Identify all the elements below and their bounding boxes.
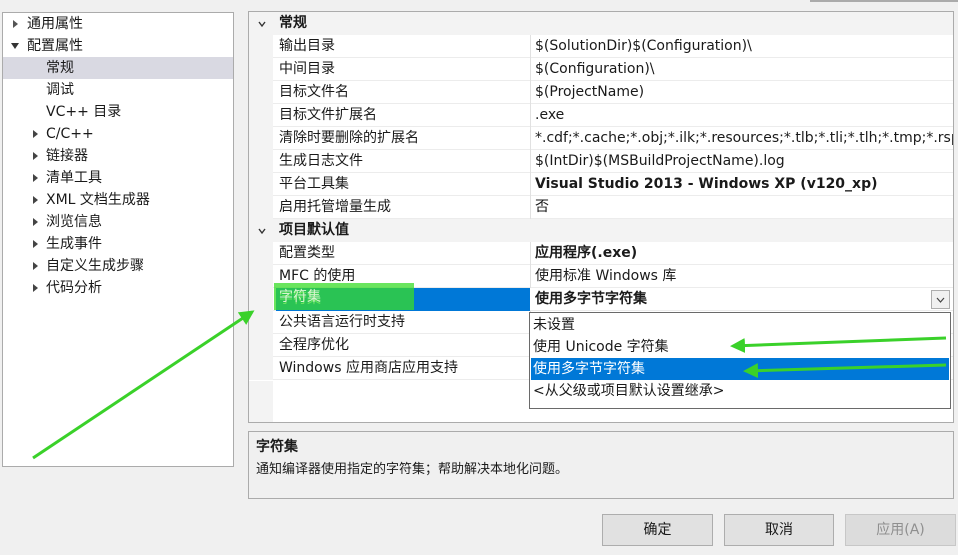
tree-item-label: 生成事件 [46,236,102,252]
collapse-arrow-icon[interactable] [10,35,20,57]
annotation-highlight-label: 字符集 [279,289,321,305]
prop-value[interactable]: 否 [535,196,953,219]
prop-name: 输出目录 [279,38,335,54]
window-top-border [810,0,958,2]
tree-item-label: 常规 [46,60,74,76]
section-general[interactable]: 常规 [249,12,953,35]
description-title: 字符集 [256,439,298,455]
prop-target-ext[interactable]: 目标文件扩展名 .exe [249,104,953,127]
tree-item-label: 浏览信息 [46,214,102,230]
prop-clean-extensions[interactable]: 清除时要删除的扩展名 *.cdf;*.cache;*.obj;*.ilk;*.r… [249,127,953,150]
expand-arrow-icon[interactable] [30,123,40,145]
prop-name: 配置类型 [279,245,335,261]
prop-value[interactable]: $(Configuration)\ [535,58,953,81]
tree-item-label: 调试 [46,82,74,98]
grid-gutter [249,381,273,422]
prop-name: 平台工具集 [279,176,349,192]
prop-name: 目标文件名 [279,84,349,100]
cancel-button[interactable]: 取消 [724,514,834,546]
expand-arrow-icon[interactable] [10,13,20,35]
tree-item-label: 清单工具 [46,170,102,186]
prop-configuration-type[interactable]: 配置类型 应用程序(.exe) [249,242,953,265]
dropdown-button[interactable] [931,290,950,309]
prop-name: 启用托管增量生成 [279,199,391,215]
chevron-down-icon [936,297,945,303]
prop-name: Windows 应用商店应用支持 [279,360,458,376]
tree-item-code-analysis[interactable]: 代码分析 [3,277,233,299]
option-multibyte[interactable]: 使用多字节字符集 [531,358,949,380]
expand-arrow-icon[interactable] [30,233,40,255]
prop-platform-toolset[interactable]: 平台工具集 Visual Studio 2013 - Windows XP (v… [249,173,953,196]
prop-value[interactable]: Visual Studio 2013 - Windows XP (v120_xp… [535,173,953,196]
prop-name: 清除时要删除的扩展名 [279,130,419,146]
expand-arrow-icon[interactable] [30,255,40,277]
ok-button[interactable]: 确定 [602,514,713,546]
prop-value[interactable]: 应用程序(.exe) [535,242,953,265]
prop-name: 全程序优化 [279,337,349,353]
section-project-defaults[interactable]: 项目默认值 [249,219,953,242]
tree-item-label: 代码分析 [46,280,102,296]
chevron-down-icon[interactable] [258,227,266,235]
expand-arrow-icon[interactable] [30,277,40,299]
tree-item-vc-directories[interactable]: VC++ 目录 [3,101,233,123]
tree-item-manifest-tool[interactable]: 清单工具 [3,167,233,189]
tree-item-label: VC++ 目录 [46,104,122,120]
prop-value[interactable]: *.cdf;*.cache;*.obj;*.ilk;*.resources;*.… [535,127,953,150]
tree-item-debugging[interactable]: 调试 [3,79,233,101]
tree-item-general[interactable]: 常规 [3,57,233,79]
prop-name: 公共语言运行时支持 [279,314,405,330]
prop-value[interactable]: 使用标准 Windows 库 [535,265,953,288]
prop-value[interactable]: $(SolutionDir)$(Configuration)\ [535,35,953,58]
tree-item-custom-build-step[interactable]: 自定义生成步骤 [3,255,233,277]
tree-item-browse-info[interactable]: 浏览信息 [3,211,233,233]
prop-name: 中间目录 [279,61,335,77]
character-set-combobox[interactable]: 使用多字节字符集 [531,288,925,311]
tree-item-label: 链接器 [46,148,88,164]
prop-target-name[interactable]: 目标文件名 $(ProjectName) [249,81,953,104]
section-title: 常规 [279,15,307,31]
description-text: 通知编译器使用指定的字符集；帮助解决本地化问题。 [256,462,569,477]
prop-output-dir[interactable]: 输出目录 $(SolutionDir)$(Configuration)\ [249,35,953,58]
chevron-down-icon[interactable] [258,20,266,28]
expand-arrow-icon[interactable] [30,211,40,233]
expand-arrow-icon[interactable] [30,189,40,211]
tree-item-c-cpp[interactable]: C/C++ [3,123,233,145]
tree-item-label: XML 文档生成器 [46,192,150,208]
tree-item-label: C/C++ [46,126,94,142]
expand-arrow-icon[interactable] [30,145,40,167]
tree-item-label: 自定义生成步骤 [46,258,144,274]
prop-name: 生成日志文件 [279,153,363,169]
tree-item-config-properties[interactable]: 配置属性 [3,35,233,57]
property-tree: 通用属性 配置属性 常规 调试 VC++ 目录 C/C++ 链接器 清单工具 X… [2,12,234,467]
prop-value[interactable]: $(IntDir)$(MSBuildProjectName).log [535,150,953,173]
tree-item-linker[interactable]: 链接器 [3,145,233,167]
tree-item-label: 通用属性 [27,16,83,32]
prop-build-log[interactable]: 生成日志文件 $(IntDir)$(MSBuildProjectName).lo… [249,150,953,173]
description-pane: 字符集 通知编译器使用指定的字符集；帮助解决本地化问题。 [248,431,954,499]
apply-button[interactable]: 应用(A) [845,514,956,546]
prop-name: 目标文件扩展名 [279,107,377,123]
option-inherit[interactable]: <从父级或项目默认设置继承> [531,380,949,402]
prop-value[interactable]: .exe [535,104,953,127]
character-set-dropdown-list[interactable]: 未设置 使用 Unicode 字符集 使用多字节字符集 <从父级或项目默认设置继… [529,312,951,409]
prop-managed-incremental[interactable]: 启用托管增量生成 否 [249,196,953,219]
option-not-set[interactable]: 未设置 [531,314,949,336]
tree-item-label: 配置属性 [27,38,83,54]
option-unicode[interactable]: 使用 Unicode 字符集 [531,336,949,358]
tree-item-xml-doc-generator[interactable]: XML 文档生成器 [3,189,233,211]
tree-item-common-properties[interactable]: 通用属性 [3,13,233,35]
prop-intermediate-dir[interactable]: 中间目录 $(Configuration)\ [249,58,953,81]
section-title: 项目默认值 [279,222,349,238]
expand-arrow-icon[interactable] [30,167,40,189]
prop-value[interactable]: $(ProjectName) [535,81,953,104]
tree-item-build-events[interactable]: 生成事件 [3,233,233,255]
